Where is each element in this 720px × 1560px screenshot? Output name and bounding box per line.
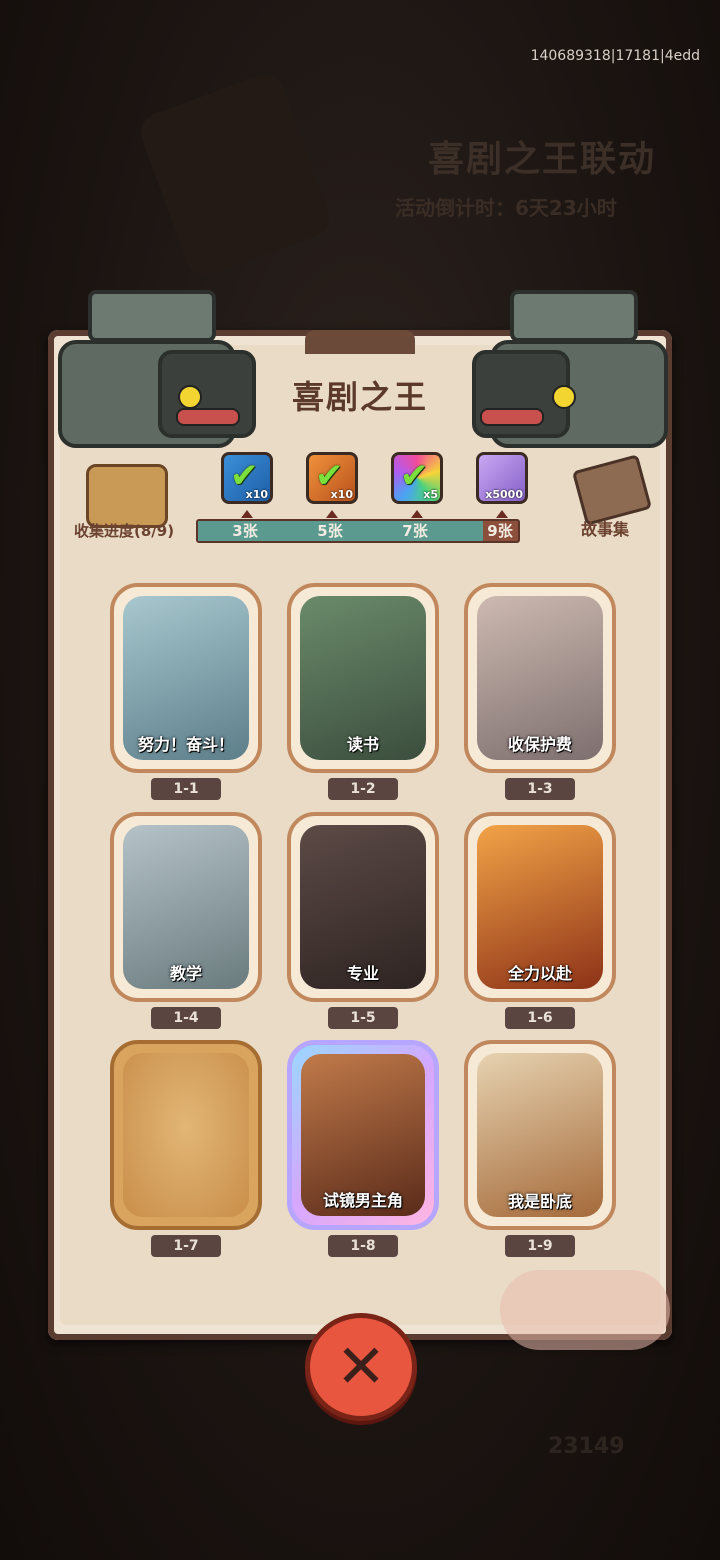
card-number-tag: 1-8 xyxy=(328,1235,398,1257)
camera-creature-left-icon xyxy=(18,290,256,450)
milestone-reward-2[interactable]: ✔ x10 xyxy=(303,452,361,518)
milestone-label: 9张 xyxy=(487,522,513,540)
locked-card-silhouette-icon xyxy=(123,1053,249,1217)
crystal-purple-icon: x5000 xyxy=(476,452,528,504)
story-card-1-8[interactable]: 试镜男主角 xyxy=(287,1040,439,1230)
card-number-tag: 1-7 xyxy=(151,1235,221,1257)
milestone-marker-icon xyxy=(496,510,508,518)
card-number-tag: 1-2 xyxy=(328,778,398,800)
story-card-1-3[interactable]: 收保护费 xyxy=(464,583,616,773)
card-caption: 专业 xyxy=(346,964,379,983)
story-card-1-9[interactable]: 我是卧底 xyxy=(464,1040,616,1230)
collection-progress-label: 收集进度(8/9) xyxy=(74,522,175,540)
gem-rainbow-icon: ✔ x5 xyxy=(391,452,443,504)
card-caption: 全力以赴 xyxy=(507,964,572,983)
milestone-reward-4[interactable]: x5000 xyxy=(473,452,531,518)
story-card-1-7[interactable] xyxy=(110,1040,262,1230)
card-caption: 收保护费 xyxy=(507,735,572,754)
close-button[interactable]: ✕ xyxy=(305,1313,417,1421)
card-number-tag: 1-5 xyxy=(328,1007,398,1029)
collection-box-icon xyxy=(86,464,168,528)
milestone-marker-icon xyxy=(241,510,253,518)
card-number-tag: 1-4 xyxy=(151,1007,221,1029)
story-collection-label[interactable]: 故事集 xyxy=(581,516,629,540)
milestone-label: 3张 xyxy=(232,522,258,540)
chest-blue-icon: ✔ x10 xyxy=(221,452,273,504)
reward-multiplier: x5000 xyxy=(485,488,523,501)
milestone-label: 5张 xyxy=(317,522,343,540)
card-number-tag: 1-9 xyxy=(505,1235,575,1257)
card-caption: 读书 xyxy=(346,735,379,754)
card-caption: 努力！奋斗！ xyxy=(137,735,234,754)
card-caption: 教学 xyxy=(169,964,202,983)
milestone-marker-icon xyxy=(411,510,423,518)
wax-seal-stamp xyxy=(500,1270,670,1350)
card-number-tag: 1-1 xyxy=(151,778,221,800)
milestone-reward-1[interactable]: ✔ x10 xyxy=(218,452,276,518)
card-number-tag: 1-3 xyxy=(505,778,575,800)
chest-orange-icon: ✔ x10 xyxy=(306,452,358,504)
reward-multiplier: x5 xyxy=(423,488,438,501)
reward-multiplier: x10 xyxy=(245,488,268,501)
milestone-marker-icon xyxy=(326,510,338,518)
milestone-label: 7张 xyxy=(402,522,428,540)
card-caption: 试镜男主角 xyxy=(322,1191,403,1210)
story-card-1-6[interactable]: 全力以赴 xyxy=(464,812,616,1002)
story-card-1-2[interactable]: 读书 xyxy=(287,583,439,773)
background-timer: 活动倒计时：6天23小时 xyxy=(395,196,617,220)
story-card-1-1[interactable]: 努力！奋斗！ xyxy=(110,583,262,773)
story-card-1-4[interactable]: 教学 xyxy=(110,812,262,1002)
card-caption: 我是卧底 xyxy=(507,1192,572,1211)
panel-title: 喜剧之王 xyxy=(291,378,428,416)
story-card-1-5[interactable]: 专业 xyxy=(287,812,439,1002)
reward-multiplier: x10 xyxy=(330,488,353,501)
camera-creature-right-icon xyxy=(472,290,700,450)
debug-id: 140689318|17181|4edd xyxy=(530,48,700,64)
background-event-title: 喜剧之王联动 xyxy=(428,139,657,180)
card-number-tag: 1-6 xyxy=(505,1007,575,1029)
milestone-reward-3[interactable]: ✔ x5 xyxy=(388,452,446,518)
close-icon: ✕ xyxy=(335,1332,387,1402)
background-currency-count: 23149 xyxy=(548,1434,625,1459)
panel-top-tab xyxy=(305,330,415,354)
